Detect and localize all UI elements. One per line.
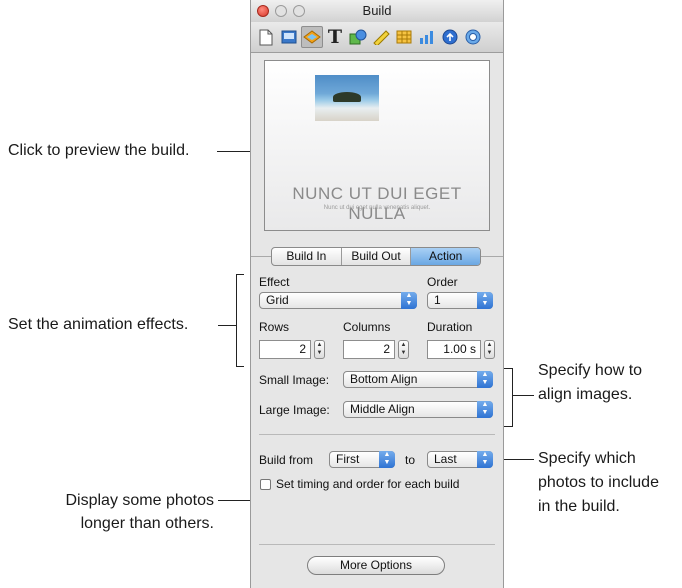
build-from-label: Build from bbox=[259, 453, 314, 467]
table-inspector-icon[interactable] bbox=[393, 26, 415, 48]
duration-stepper[interactable]: ▲ ▼ bbox=[484, 340, 495, 359]
rows-label: Rows bbox=[259, 320, 290, 334]
tab-build-in[interactable]: Build In bbox=[272, 248, 342, 265]
build-to-popup[interactable]: Last ▲ ▼ bbox=[427, 451, 493, 468]
small-image-popup[interactable]: Bottom Align ▲ ▼ bbox=[343, 371, 493, 388]
timing-checkbox-label: Set timing and order for each build bbox=[276, 477, 460, 491]
build-tabs: Build In Build Out Action bbox=[271, 247, 481, 266]
callout-align-line bbox=[512, 395, 534, 396]
inspector-toolbar: T bbox=[251, 22, 503, 53]
popup-arrows-icon: ▲ ▼ bbox=[401, 292, 417, 309]
build-from-value: First bbox=[336, 452, 360, 466]
order-popup[interactable]: 1 ▲ ▼ bbox=[427, 292, 493, 309]
duration-label: Duration bbox=[427, 320, 473, 334]
callout-display-2: longer than others. bbox=[80, 515, 214, 532]
callout-effects: Set the animation effects. bbox=[8, 316, 189, 333]
rows-stepper[interactable]: ▲ ▼ bbox=[314, 340, 325, 359]
more-options-button[interactable]: More Options bbox=[307, 556, 445, 575]
tab-action[interactable]: Action bbox=[411, 248, 480, 265]
popup-arrows-icon: ▲ ▼ bbox=[379, 451, 395, 468]
callout-display-1: Display some photos bbox=[65, 492, 214, 509]
build-to-label: to bbox=[405, 453, 416, 467]
order-value: 1 bbox=[434, 293, 441, 307]
window-title: Build bbox=[362, 3, 392, 18]
order-label: Order bbox=[427, 275, 458, 289]
large-image-label: Large Image: bbox=[259, 403, 330, 417]
callout-align-2: align images. bbox=[538, 386, 633, 403]
tab-build-out[interactable]: Build Out bbox=[342, 248, 412, 265]
graphic-inspector-icon[interactable] bbox=[347, 26, 369, 48]
large-image-value: Middle Align bbox=[350, 402, 415, 416]
slide-photo bbox=[315, 75, 379, 121]
rows-field[interactable]: 2 bbox=[259, 340, 311, 359]
effect-popup[interactable]: Grid ▲ ▼ bbox=[259, 292, 417, 309]
effect-label: Effect bbox=[259, 275, 290, 289]
callout-photos-3: in the build. bbox=[538, 498, 620, 515]
build-inspector-icon[interactable] bbox=[301, 26, 323, 48]
callout-preview: Click to preview the build. bbox=[8, 142, 190, 159]
build-to-value: Last bbox=[434, 452, 457, 466]
slide-inspector-icon[interactable] bbox=[278, 26, 300, 48]
chart-inspector-icon[interactable] bbox=[416, 26, 438, 48]
columns-field[interactable]: 2 bbox=[343, 340, 395, 359]
title-bar: Build bbox=[251, 0, 503, 23]
build-inspector-window: Build T NUNC UT DUI EGET NULLA Nunc ut d… bbox=[250, 0, 504, 588]
small-image-value: Bottom Align bbox=[350, 372, 418, 386]
quicktime-inspector-icon[interactable] bbox=[462, 26, 484, 48]
document-inspector-icon[interactable] bbox=[255, 26, 277, 48]
duration-field[interactable]: 1.00 s bbox=[427, 340, 481, 359]
text-inspector-icon[interactable]: T bbox=[324, 26, 346, 48]
callout-effects-line bbox=[218, 325, 236, 326]
popup-arrows-icon: ▲ ▼ bbox=[477, 292, 493, 309]
callout-align-bracket bbox=[512, 368, 513, 427]
popup-arrows-icon: ▲ ▼ bbox=[477, 401, 493, 418]
columns-label: Columns bbox=[343, 320, 391, 334]
callout-align-1: Specify how to bbox=[538, 362, 643, 379]
timing-checkbox[interactable] bbox=[260, 479, 271, 490]
hyperlink-inspector-icon[interactable] bbox=[439, 26, 461, 48]
popup-arrows-icon: ▲ ▼ bbox=[477, 451, 493, 468]
callout-photos-2: photos to include bbox=[538, 474, 659, 491]
large-image-popup[interactable]: Middle Align ▲ ▼ bbox=[343, 401, 493, 418]
build-from-popup[interactable]: First ▲ ▼ bbox=[329, 451, 395, 468]
columns-stepper[interactable]: ▲ ▼ bbox=[398, 340, 409, 359]
metrics-inspector-icon[interactable] bbox=[370, 26, 392, 48]
popup-arrows-icon: ▲ ▼ bbox=[477, 371, 493, 388]
callout-effects-bracket bbox=[236, 274, 237, 367]
build-preview[interactable]: NUNC UT DUI EGET NULLA Nunc ut dui eget … bbox=[264, 60, 490, 231]
divider bbox=[259, 434, 495, 435]
effect-value: Grid bbox=[266, 293, 289, 307]
callout-photos-1: Specify which bbox=[538, 450, 636, 467]
slide-title: NUNC UT DUI EGET NULLA bbox=[292, 184, 462, 223]
small-image-label: Small Image: bbox=[259, 373, 330, 387]
divider bbox=[259, 544, 495, 545]
slide-subtitle: Nunc ut dui eget nulla venenatis aliquet… bbox=[323, 205, 431, 211]
